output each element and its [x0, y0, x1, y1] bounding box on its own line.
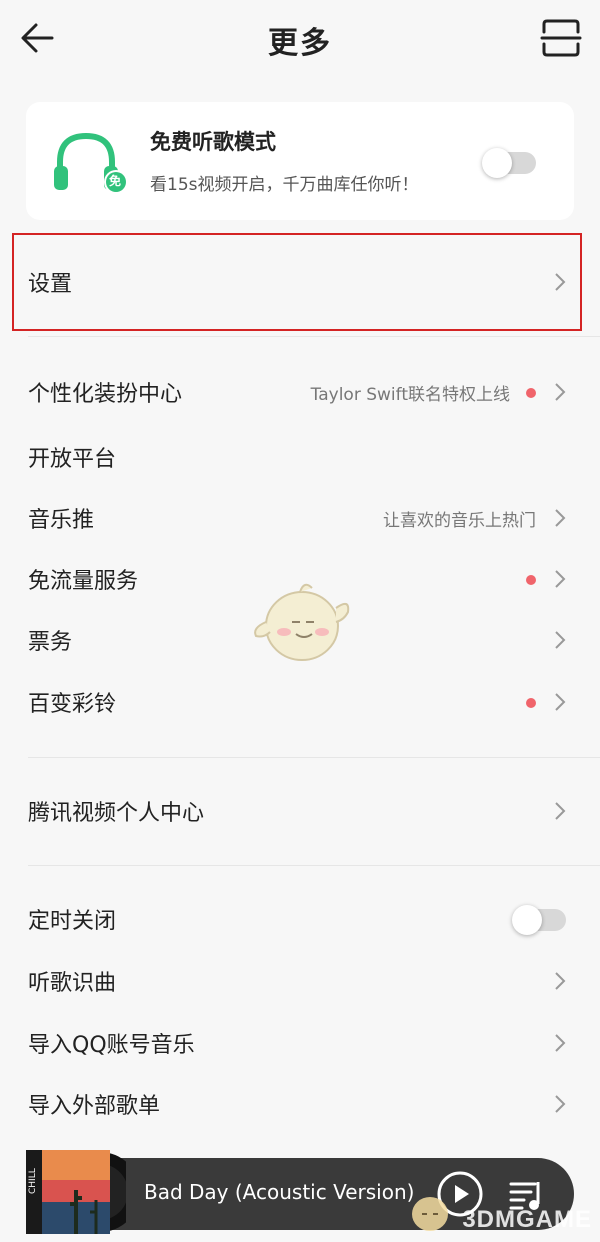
highlight-box: [12, 233, 582, 331]
album-cover-text: CHILL: [28, 1168, 38, 1194]
red-dot-badge: [526, 698, 536, 708]
list-item-label: 个性化装扮中心: [28, 382, 183, 407]
album-cover[interactable]: [26, 1150, 126, 1234]
list-item-label: 听歌识曲: [28, 971, 117, 996]
list-item-label: 免流量服务: [28, 569, 139, 594]
chevron-right-icon: [555, 802, 566, 820]
red-dot-badge: [526, 388, 536, 398]
list-item-label: 音乐推: [28, 508, 95, 533]
list-item-label: 导入QQ账号音乐: [28, 1033, 195, 1058]
chevron-right-icon: [555, 631, 566, 649]
chevron-right-icon: [555, 383, 566, 401]
list-item-label: 百变彩铃: [28, 692, 117, 717]
list-item-import-qq[interactable]: 导入QQ账号音乐: [0, 1013, 600, 1073]
divider: [28, 865, 600, 866]
list-item-label: 腾讯视频个人中心: [28, 801, 205, 826]
now-playing-title: Bad Day (Acoustic Version): [144, 1180, 415, 1204]
watermark-text: 3DMGAME: [462, 1206, 592, 1233]
chevron-right-icon: [555, 570, 566, 588]
scan-icon[interactable]: [540, 18, 582, 58]
timer-close-toggle[interactable]: [512, 905, 566, 935]
list-item-ringtone[interactable]: 百变彩铃: [0, 672, 600, 732]
free-mode-subtitle: 看15s视频开启，千万曲库任你听！: [150, 175, 419, 195]
list-item-tencent-video[interactable]: 腾讯视频个人中心: [0, 781, 600, 841]
divider: [28, 336, 600, 337]
mascot-illustration: [254, 583, 350, 661]
chevron-right-icon: [555, 693, 566, 711]
red-dot-badge: [526, 575, 536, 585]
list-item-timer-close[interactable]: 定时关闭: [0, 889, 600, 949]
top-bar: 更多: [0, 0, 600, 76]
free-badge: 免: [109, 174, 122, 188]
chevron-right-icon: [555, 509, 566, 527]
list-item-song-recognition[interactable]: 听歌识曲: [0, 951, 600, 1011]
list-item-open-platform[interactable]: 开放平台: [0, 427, 600, 487]
list-item-hint: 让喜欢的音乐上热门: [383, 511, 536, 531]
list-item-label: 票务: [28, 630, 73, 655]
list-item-hint: Taylor Swift联名特权上线: [310, 385, 510, 405]
page-title: 更多: [268, 26, 332, 61]
free-mode-title: 免费听歌模式: [150, 130, 276, 154]
chevron-right-icon: [555, 972, 566, 990]
chevron-right-icon: [555, 1034, 566, 1052]
list-item-import-playlist[interactable]: 导入外部歌单: [0, 1074, 600, 1134]
list-item-music-push[interactable]: 音乐推 让喜欢的音乐上热门: [0, 488, 600, 548]
list-item-personalize[interactable]: 个性化装扮中心 Taylor Swift联名特权上线: [0, 362, 600, 422]
chevron-right-icon: [555, 1095, 566, 1113]
list-item-label: 开放平台: [28, 447, 117, 472]
toggle-knob: [482, 148, 512, 178]
free-mode-toggle[interactable]: [482, 148, 536, 178]
free-mode-card[interactable]: 免 免费听歌模式 看15s视频开启，千万曲库任你听！: [26, 102, 574, 220]
list-item-label: 导入外部歌单: [28, 1094, 161, 1119]
list-item-label: 定时关闭: [28, 909, 117, 934]
toggle-knob: [512, 905, 542, 935]
divider: [28, 757, 600, 758]
